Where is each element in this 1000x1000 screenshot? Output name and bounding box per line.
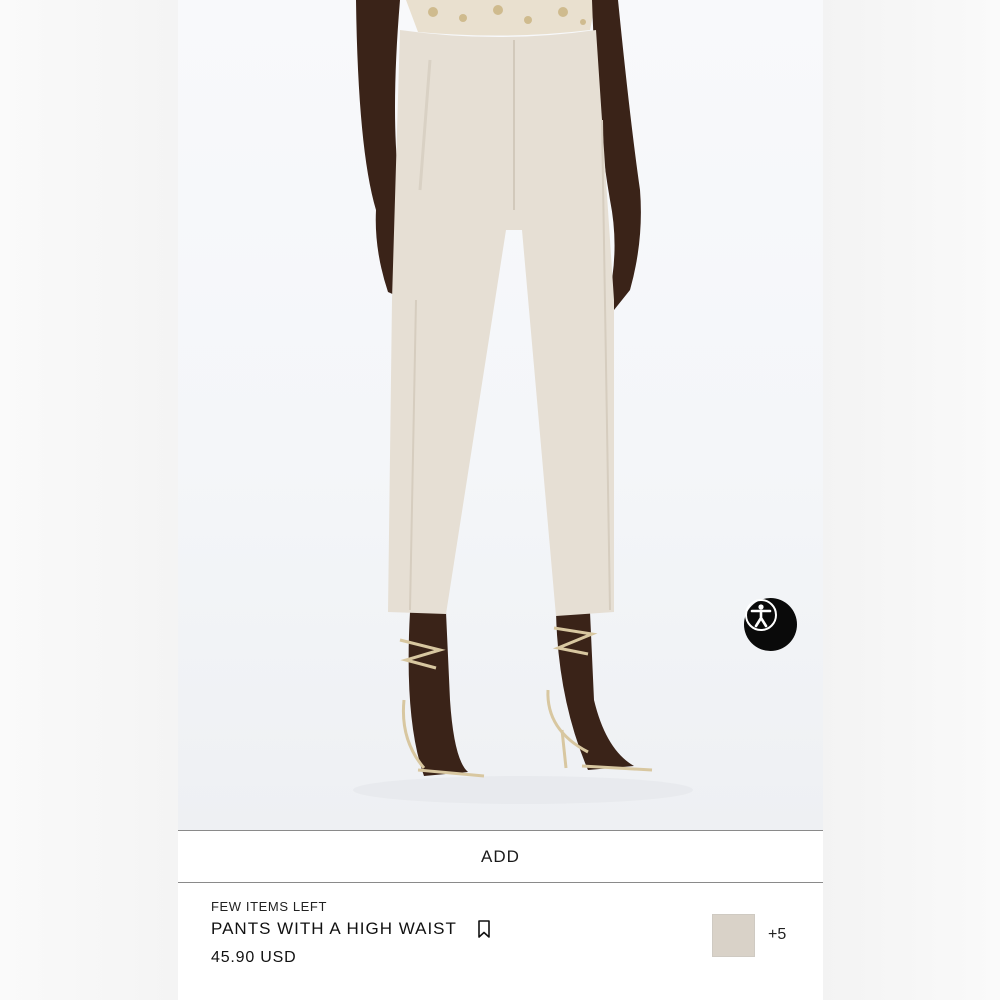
product-name-row: PANTS WITH A HIGH WAIST [211, 919, 491, 939]
add-button-label: ADD [481, 846, 520, 866]
product-page: ADD FEW ITEMS LEFT PANTS WITH A HIGH WAI… [0, 0, 1000, 1000]
product-name[interactable]: PANTS WITH A HIGH WAIST [211, 919, 457, 939]
product-image[interactable] [178, 0, 823, 830]
bookmark-button[interactable] [477, 920, 491, 938]
accessibility-button[interactable] [744, 598, 797, 651]
add-to-bag-button[interactable]: ADD [178, 830, 823, 883]
color-swatch[interactable] [712, 914, 755, 957]
model-illustration [353, 0, 693, 804]
accessibility-person-icon [745, 599, 777, 631]
left-blur-band [0, 0, 178, 1000]
more-colors-count[interactable]: +5 [768, 926, 786, 944]
stock-status: FEW ITEMS LEFT [211, 899, 328, 914]
bookmark-icon [478, 920, 490, 938]
right-blur-band [822, 0, 1000, 1000]
product-card: ADD FEW ITEMS LEFT PANTS WITH A HIGH WAI… [178, 0, 823, 1000]
product-price: 45.90 USD [211, 949, 297, 966]
product-info: FEW ITEMS LEFT PANTS WITH A HIGH WAIST 4… [178, 884, 823, 1000]
